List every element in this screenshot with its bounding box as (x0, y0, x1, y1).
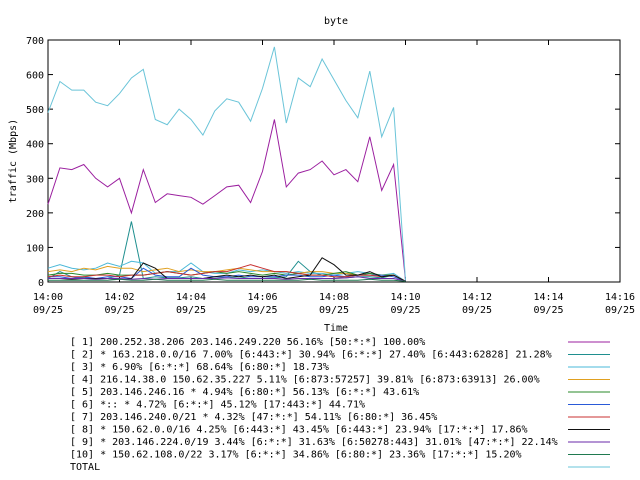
y-tick-label: 300 (26, 174, 44, 185)
x-tick-label: 14:14 (533, 292, 563, 303)
series-line-10 (48, 278, 406, 282)
x-tick-date: 09/25 (462, 305, 492, 316)
legend-label: [ 4] 216.14.38.0 150.62.35.227 5.11% [6:… (70, 375, 540, 386)
legend-label: [ 5] 203.146.246.16 * 4.94% [6:80:*] 56.… (70, 387, 419, 398)
y-tick-label: 400 (26, 140, 44, 151)
x-tick-date: 09/25 (533, 305, 563, 316)
series-line-11 (47, 46, 406, 281)
y-tick-label: 700 (26, 36, 44, 47)
x-tick-date: 09/25 (33, 305, 63, 316)
x-axis-label: Time (324, 323, 348, 334)
x-tick-date: 09/25 (605, 305, 635, 316)
x-tick-date: 09/25 (104, 305, 134, 316)
x-tick-label: 14:00 (33, 292, 63, 303)
x-tick-date: 09/25 (176, 305, 206, 316)
y-tick-label: 100 (26, 243, 44, 254)
x-tick-label: 14:08 (319, 292, 349, 303)
legend-label: [ 6] *:: * 4.72% [6:*:*] 45.12% [17:443:… (70, 400, 365, 411)
chart-title: byte (324, 16, 348, 27)
y-axis-label: traffic (Mbps) (8, 119, 19, 203)
y-tick-label: 500 (26, 105, 44, 116)
legend-label: [ 1] 200.252.38.206 203.146.249.220 56.1… (70, 337, 425, 348)
traffic-chart: byte 0 100 200 300 400 500 600 700 14:00 09/25 14… (8, 16, 635, 473)
legend-label: [10] * 150.62.108.0/22 3.17% [6:*:*] 34.… (70, 450, 522, 461)
x-tick-label: 14:04 (176, 292, 206, 303)
series-lines (47, 46, 406, 282)
legend-label: TOTAL (70, 462, 100, 473)
y-tick-label: 0 (38, 278, 44, 289)
y-tick-label: 600 (26, 71, 44, 82)
x-tick-date: 09/25 (390, 305, 420, 316)
x-tick-label: 14:12 (462, 292, 492, 303)
legend-label: [ 7] 203.146.240.0/21 * 4.32% [47:*:*] 5… (70, 412, 437, 423)
legend-label: [ 2] * 163.218.0.0/16 7.00% [6:443:*] 30… (70, 350, 552, 361)
x-tick-label: 14:10 (390, 292, 420, 303)
legend-label: [ 8] * 150.62.0.0/16 4.25% [6:443:*] 43.… (70, 425, 528, 436)
x-tick-label: 14:06 (247, 292, 277, 303)
series-line-1 (47, 119, 406, 281)
legend-label: [ 9] * 203.146.224.0/19 3.44% [6:*:*] 31… (70, 437, 558, 448)
x-tick-date: 09/25 (319, 305, 349, 316)
x-tick-date: 09/25 (247, 305, 277, 316)
legend: [ 1] 200.252.38.206 203.146.249.220 56.1… (70, 337, 610, 473)
y-tick-label: 200 (26, 209, 44, 220)
x-tick-label: 14:02 (104, 292, 134, 303)
x-tick-label: 14:16 (605, 292, 635, 303)
legend-label: [ 3] * 6.90% [6:*:*] 68.64% [6:80:*] 18.… (70, 362, 329, 373)
